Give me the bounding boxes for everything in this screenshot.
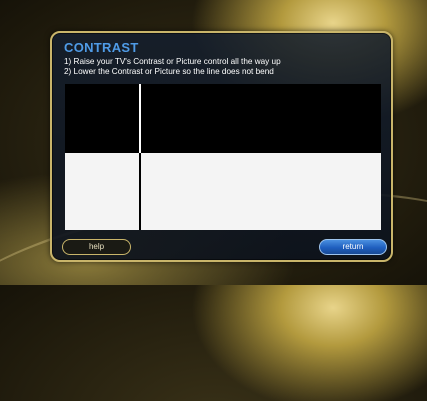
instruction-step-1: 1) Raise your TV's Contrast or Picture c…: [64, 57, 281, 66]
instruction-step-2: 2) Lower the Contrast or Picture so the …: [64, 67, 274, 76]
help-button[interactable]: help: [62, 239, 131, 255]
contrast-test-pattern: [65, 84, 381, 230]
vertical-test-line-lower: [139, 153, 141, 230]
return-button[interactable]: return: [319, 239, 387, 255]
contrast-setup-panel: CONTRAST 1) Raise your TV's Contrast or …: [50, 31, 393, 262]
white-field: [65, 153, 381, 230]
page-title: CONTRAST: [64, 40, 139, 55]
